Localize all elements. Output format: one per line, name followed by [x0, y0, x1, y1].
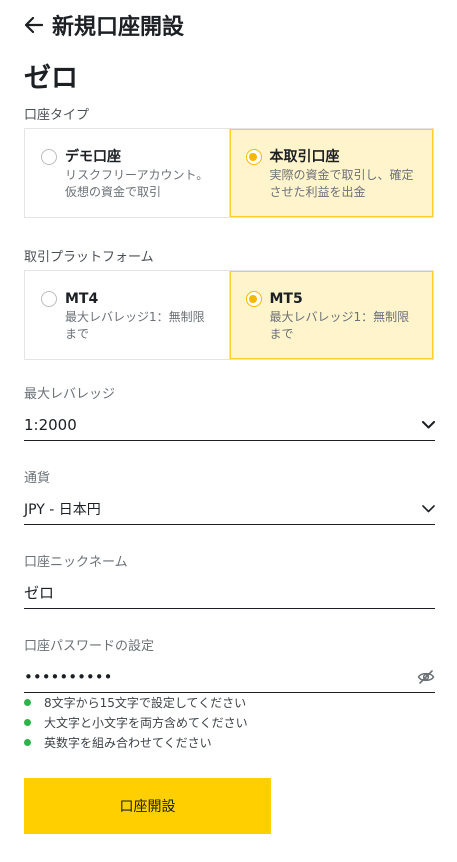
- option-title: MT4: [65, 291, 99, 307]
- page-title: 新規口座開設: [52, 15, 185, 40]
- option-description: 実際の資金で取引し、確定させた利益を出金: [269, 168, 414, 199]
- radio-demo-account[interactable]: [41, 149, 57, 165]
- check-dot-icon: [24, 718, 31, 726]
- option-live-account[interactable]: 本取引口座 実際の資金で取引し、確定させた利益を出金: [229, 129, 433, 217]
- currency-select[interactable]: JPY - 日本円: [24, 493, 435, 525]
- chevron-down-icon[interactable]: [421, 502, 435, 516]
- option-title: 本取引口座: [269, 149, 340, 165]
- leverage-label: 最大レバレッジ: [24, 387, 116, 402]
- password-input[interactable]: [24, 667, 384, 686]
- account-type-selector: デモ口座 リスクフリーアカウント。仮想の資金で取引 本取引口座 実際の資金で取引…: [24, 128, 434, 218]
- nickname-label: 口座ニックネーム: [24, 555, 128, 570]
- back-arrow-icon[interactable]: [24, 15, 44, 35]
- platform-label: 取引プラットフォーム: [24, 250, 154, 265]
- password-rule: 8文字から15文字で設定してください: [24, 692, 248, 712]
- eye-off-icon[interactable]: [417, 668, 435, 686]
- leverage-value: 1:2000: [24, 415, 77, 434]
- platform-selector: MT4 最大レバレッジ1：無制限まで MT5 最大レバレッジ1：無制限まで: [24, 270, 434, 360]
- account-type-label: 口座タイプ: [24, 108, 90, 123]
- password-rules: 8文字から15文字で設定してください 大文字と小文字を両方含めてください 英数字…: [24, 692, 248, 752]
- header: 新規口座開設: [24, 8, 184, 42]
- currency-field: 通貨 JPY - 日本円: [24, 467, 435, 525]
- nickname-input[interactable]: ゼロ: [24, 577, 435, 609]
- option-description: 最大レバレッジ1：無制限まで: [269, 310, 410, 341]
- nickname-field: 口座ニックネーム ゼロ: [24, 551, 435, 609]
- option-demo-account[interactable]: デモ口座 リスクフリーアカウント。仮想の資金で取引: [25, 129, 230, 217]
- password-rule: 大文字と小文字を両方含めてください: [24, 712, 248, 732]
- option-mt4[interactable]: MT4 最大レバレッジ1：無制限まで: [25, 271, 230, 359]
- option-description: リスクフリーアカウント。仮想の資金で取引: [65, 168, 209, 199]
- password-field: 口座パスワードの設定: [24, 635, 435, 693]
- currency-label: 通貨: [24, 471, 51, 486]
- option-description: 最大レバレッジ1：無制限まで: [65, 310, 205, 341]
- password-label: 口座パスワードの設定: [24, 639, 155, 654]
- leverage-select[interactable]: 1:2000: [24, 409, 435, 441]
- password-rule: 英数字を組み合わせてください: [24, 732, 248, 752]
- password-row: [24, 661, 435, 693]
- open-account-button[interactable]: 口座開設: [24, 778, 271, 834]
- chevron-down-icon[interactable]: [421, 418, 435, 432]
- password-rule-text: 英数字を組み合わせてください: [44, 735, 212, 750]
- leverage-field: 最大レバレッジ 1:2000: [24, 383, 435, 441]
- option-title: MT5: [269, 291, 303, 307]
- nickname-value: ゼロ: [24, 584, 55, 602]
- radio-mt4[interactable]: [41, 291, 57, 307]
- password-rule-text: 大文字と小文字を両方含めてください: [44, 715, 248, 730]
- check-dot-icon: [24, 738, 31, 746]
- option-mt5[interactable]: MT5 最大レバレッジ1：無制限まで: [229, 271, 433, 359]
- currency-value: JPY - 日本円: [24, 501, 101, 518]
- account-type-name: ゼロ: [24, 63, 78, 94]
- radio-live-account[interactable]: [245, 149, 262, 165]
- password-rule-text: 8文字から15文字で設定してください: [44, 695, 247, 710]
- option-title: デモ口座: [65, 149, 121, 165]
- radio-mt5[interactable]: [245, 291, 262, 307]
- check-dot-icon: [24, 698, 31, 706]
